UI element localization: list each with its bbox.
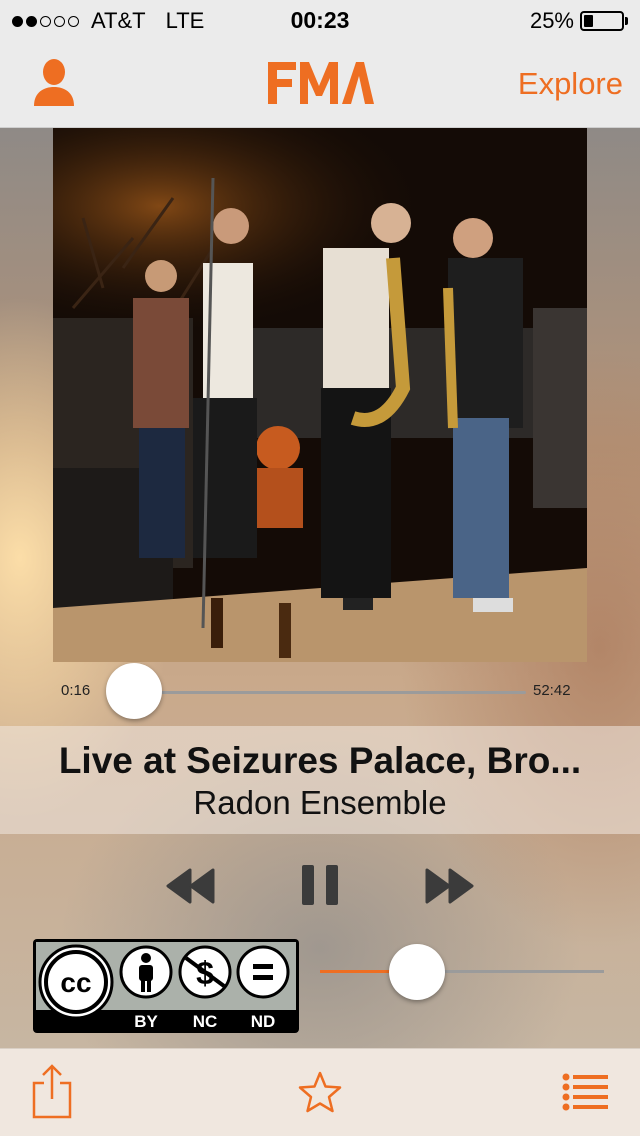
battery-percent: 25% — [529, 8, 574, 33]
pause-icon[interactable] — [300, 864, 340, 906]
volume-slider-thumb[interactable] — [389, 944, 445, 1000]
license-by-label: BY — [134, 1012, 158, 1031]
share-icon[interactable] — [30, 1063, 74, 1119]
elapsed-time: 0:16 — [61, 682, 91, 699]
explore-button[interactable]: Explore — [518, 66, 623, 102]
total-duration: 52:42 — [533, 682, 571, 699]
navigation-bar: Explore — [0, 40, 640, 128]
artist-name[interactable]: Radon Ensemble — [0, 784, 640, 822]
progress-slider-thumb[interactable] — [106, 663, 162, 719]
album-artwork — [53, 128, 587, 662]
bottom-toolbar — [0, 1048, 640, 1136]
license-nc-label: NC — [193, 1012, 218, 1031]
cc-license-badge[interactable]: cc $ BY NC ND — [32, 938, 300, 1034]
list-icon[interactable] — [562, 1073, 608, 1111]
fast-forward-icon[interactable] — [424, 866, 474, 906]
status-bar: AT&T LTE 00:23 25% — [0, 0, 640, 40]
license-nd-label: ND — [251, 1012, 276, 1031]
cc-icon-label: cc — [60, 967, 91, 998]
battery-indicator: 25% — [530, 8, 628, 34]
track-info: Live at Seizures Palace, Bro... Radon En… — [0, 726, 640, 834]
track-title: Live at Seizures Palace, Bro... — [58, 740, 582, 781]
person-icon[interactable] — [30, 58, 78, 108]
band-photo-image — [53, 128, 587, 662]
fma-logo — [268, 62, 374, 104]
progress-track[interactable] — [134, 691, 526, 694]
battery-icon — [580, 11, 624, 31]
star-icon[interactable] — [298, 1071, 342, 1113]
rewind-icon[interactable] — [166, 866, 216, 906]
volume-track-empty[interactable] — [418, 970, 604, 973]
